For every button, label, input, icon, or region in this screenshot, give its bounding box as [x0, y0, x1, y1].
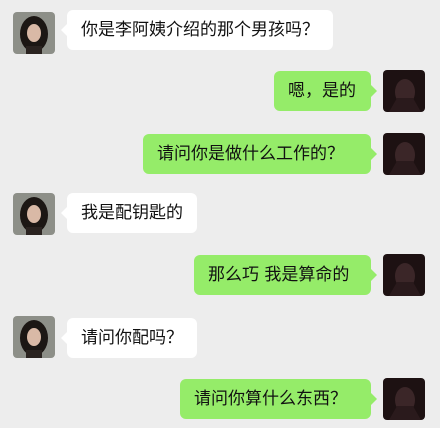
dark-avatar-icon[interactable] — [383, 378, 425, 420]
girl-avatar-icon[interactable] — [13, 193, 55, 235]
dark-avatar-icon[interactable] — [383, 133, 425, 175]
dark-avatar-icon[interactable] — [383, 254, 425, 296]
message-bubble-incoming[interactable]: 请问你配吗？ — [61, 318, 197, 358]
message-bubble-incoming[interactable]: 我是配钥匙的 — [61, 193, 197, 233]
message-bubble-outgoing[interactable]: 请问你算什么东西？ — [180, 379, 377, 419]
message-bubble-outgoing[interactable]: 嗯，是的 — [274, 71, 377, 111]
girl-avatar-icon[interactable] — [13, 12, 55, 54]
dark-avatar-icon[interactable] — [383, 70, 425, 112]
message-bubble-incoming[interactable]: 你是李阿姨介绍的那个男孩吗？ — [61, 10, 333, 50]
girl-avatar-icon[interactable] — [13, 316, 55, 358]
message-bubble-outgoing[interactable]: 请问你是做什么工作的？ — [143, 134, 377, 174]
message-bubble-outgoing[interactable]: 那么巧 我是算命的 — [194, 255, 377, 295]
chat-area: 你是李阿姨介绍的那个男孩吗？ 嗯，是的 请问你是做什么工作的？ 我是配钥匙的 那… — [0, 0, 440, 428]
